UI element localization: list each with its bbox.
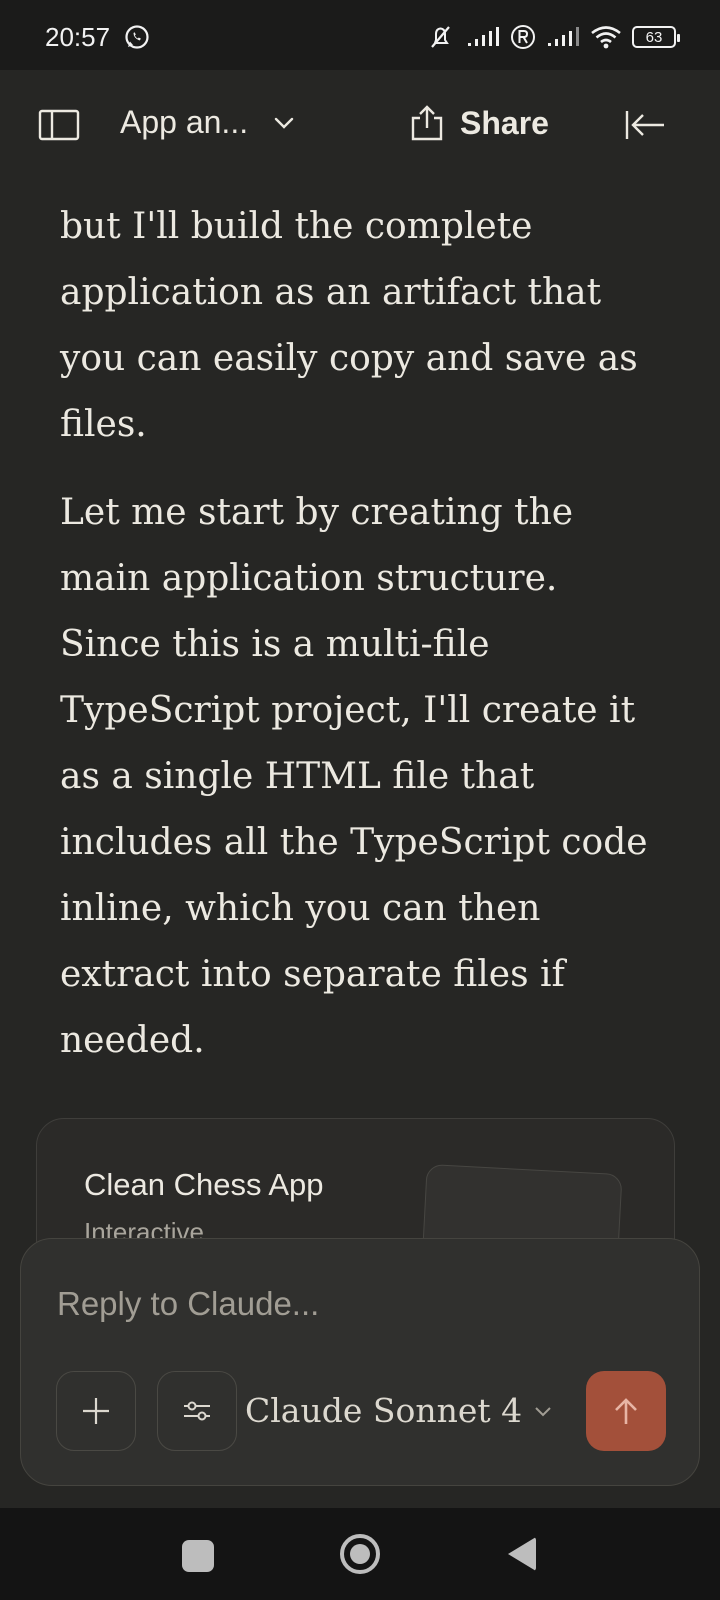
arrow-up-icon	[615, 1398, 637, 1424]
status-time: 20:57	[45, 22, 111, 52]
message-paragraph: Let me start by creating the main applic…	[60, 492, 648, 1061]
share-button[interactable]: Share	[410, 104, 549, 142]
system-nav-bar	[0, 1508, 720, 1600]
home-button[interactable]	[340, 1534, 380, 1574]
share-icon	[411, 105, 443, 141]
message-paragraph: but I'll build the complete application …	[60, 206, 638, 445]
chat-title-dropdown[interactable]: App an...	[120, 104, 294, 141]
plus-icon	[83, 1398, 109, 1424]
signal-icon	[468, 27, 499, 46]
home-icon	[350, 1544, 370, 1564]
mute-icon	[431, 26, 450, 48]
whatsapp-icon	[125, 25, 149, 49]
battery-level: 63	[645, 28, 663, 46]
reply-input[interactable]	[57, 1279, 657, 1329]
status-bar: 20:57 63	[0, 0, 720, 70]
model-label: Claude Sonnet 4	[245, 1391, 523, 1430]
status-icons: 63	[426, 22, 680, 52]
chevron-down-icon	[274, 117, 294, 129]
recents-button[interactable]	[182, 1540, 214, 1572]
assistant-message: but I'll build the complete application …	[60, 194, 660, 1096]
artifact-title: Clean Chess App	[84, 1167, 324, 1202]
sidebar-toggle-icon[interactable]	[38, 108, 80, 142]
wifi-icon	[591, 26, 621, 49]
add-attachment-button[interactable]	[56, 1371, 136, 1451]
share-label: Share	[460, 104, 549, 141]
send-button[interactable]	[586, 1371, 666, 1451]
sliders-icon	[184, 1401, 210, 1421]
battery-icon: 63	[632, 26, 680, 48]
roaming-icon	[511, 25, 535, 49]
top-app-bar: App an... Share	[0, 70, 720, 188]
signal-icon-2	[548, 27, 579, 46]
back-button[interactable]	[508, 1537, 536, 1571]
collapse-panel-icon[interactable]	[624, 108, 666, 142]
composer: Claude Sonnet 4	[20, 1238, 700, 1486]
model-selector[interactable]: Claude Sonnet 4	[245, 1391, 552, 1430]
chat-title: App an...	[120, 104, 249, 140]
tools-button[interactable]	[157, 1371, 237, 1451]
chevron-down-icon	[535, 1406, 551, 1416]
